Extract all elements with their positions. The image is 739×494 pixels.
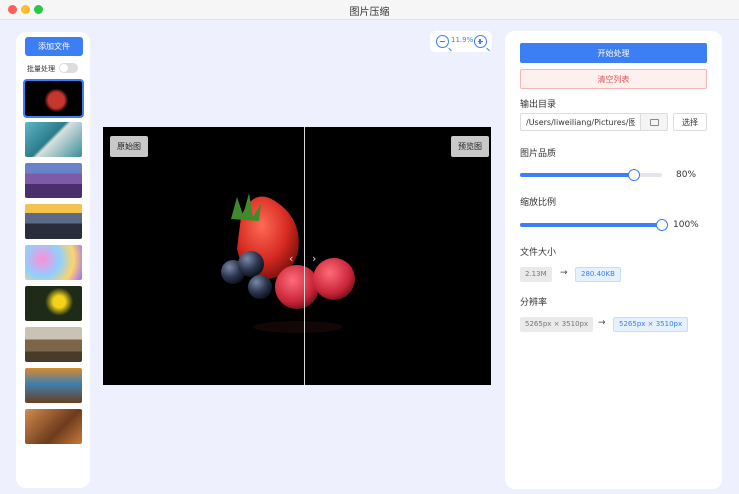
thumbnail-lavender-field[interactable] <box>25 163 82 198</box>
thumbnail-list <box>23 79 84 450</box>
scale-slider[interactable] <box>520 219 668 231</box>
zoom-level: 11.9% <box>451 36 474 44</box>
resolution-before: 5265px × 3510px <box>520 317 594 332</box>
thumbnail-bokeh[interactable] <box>25 245 82 280</box>
slider-handle[interactable] <box>627 169 640 181</box>
app-content: 添加文件 批量处理 11.9% ‹ › 原始图 预览图 开始处理 清空列表 输出… <box>0 20 739 494</box>
toggle-knob <box>60 64 68 72</box>
chevron-left-icon[interactable]: ‹ <box>289 252 293 265</box>
open-folder-button[interactable] <box>640 113 668 131</box>
filesize-after: 280.40KB <box>575 267 621 282</box>
scale-label: 缩放比例 <box>520 198 557 208</box>
thumbnail-boardwalk[interactable] <box>25 327 82 362</box>
batch-process-label: 批量处理 <box>27 65 55 73</box>
blueberry-3 <box>248 275 272 299</box>
choose-dir-button[interactable]: 选择 <box>673 113 707 131</box>
slider-fill <box>520 223 662 227</box>
add-files-button[interactable]: 添加文件 <box>25 37 83 56</box>
zoom-control: 11.9% <box>430 31 492 52</box>
reflection <box>253 321 343 333</box>
zoom-in-icon[interactable] <box>474 35 487 48</box>
arrow-right-icon: → <box>598 318 606 328</box>
thumbnail-waterfall[interactable] <box>25 368 82 403</box>
compare-divider[interactable] <box>304 127 305 385</box>
output-dir-label: 输出目录 <box>520 100 557 110</box>
quality-slider[interactable] <box>520 169 662 181</box>
slider-fill <box>520 173 634 177</box>
thumbnail-strawberries[interactable] <box>23 79 84 118</box>
filesize-label: 文件大小 <box>520 248 557 258</box>
start-processing-button[interactable]: 开始处理 <box>520 43 707 63</box>
quality-label: 图片品质 <box>520 149 557 159</box>
thumbnail-autumn-deer[interactable] <box>25 409 82 444</box>
resolution-after: 5265px × 3510px <box>613 317 689 332</box>
file-sidebar: 添加文件 批量处理 <box>16 32 90 488</box>
blueberry-2 <box>238 251 264 277</box>
thumbnail-coast[interactable] <box>25 122 82 157</box>
quality-value: 80% <box>676 170 697 180</box>
arrow-right-icon: → <box>560 268 568 278</box>
folder-icon <box>650 119 659 126</box>
thumbnail-mountain-sunset[interactable] <box>25 204 82 239</box>
batch-process-toggle[interactable] <box>59 63 78 73</box>
output-dir-input[interactable] <box>520 113 640 131</box>
scale-value: 100% <box>673 220 699 230</box>
title-bar: 图片压缩 <box>0 0 739 20</box>
window-title: 图片压缩 <box>349 7 390 18</box>
original-image-tag: 原始图 <box>110 136 148 157</box>
compare-preview[interactable]: ‹ › 原始图 预览图 <box>103 127 491 385</box>
thumbnail-yellow-flowers[interactable] <box>25 286 82 321</box>
slider-handle[interactable] <box>656 219 668 231</box>
preview-image <box>221 193 355 333</box>
zoom-out-icon[interactable] <box>436 35 449 48</box>
chevron-right-icon[interactable]: › <box>312 252 316 265</box>
settings-panel: 开始处理 清空列表 输出目录 选择 图片品质 80% 缩放比例 100% 文件大… <box>505 31 722 489</box>
preview-image-tag: 预览图 <box>451 136 489 157</box>
raspberry-1 <box>275 265 319 309</box>
resolution-label: 分辨率 <box>520 298 548 308</box>
filesize-before: 2.13M <box>520 267 552 282</box>
clear-list-button[interactable]: 清空列表 <box>520 69 707 89</box>
raspberry-2 <box>313 258 355 300</box>
